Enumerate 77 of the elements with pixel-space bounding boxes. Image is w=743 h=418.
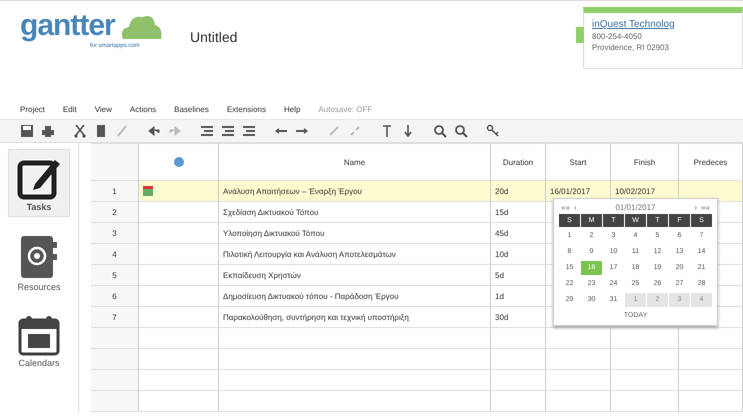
- table-cell: 1d: [491, 286, 546, 307]
- row-number: [91, 349, 139, 370]
- row-number: 5: [91, 265, 139, 286]
- row-number: 3: [91, 223, 139, 244]
- table-cell: 45d: [491, 223, 546, 244]
- table-cell: [491, 391, 546, 412]
- table-cell: 30d: [491, 307, 546, 328]
- sidebar-tab[interactable]: Resources: [8, 227, 70, 297]
- indent-icon[interactable]: [200, 124, 214, 138]
- menu-item[interactable]: Edit: [62, 104, 77, 114]
- calendar-icon: [143, 186, 153, 196]
- table-cell: [546, 349, 611, 370]
- table-cell: 10d: [491, 244, 546, 265]
- ad-phone: 800-254-4050: [592, 32, 643, 41]
- ad-link[interactable]: inQuest Technolog: [592, 19, 742, 30]
- table-cell: [679, 391, 743, 412]
- table-cell: [546, 370, 611, 391]
- sidebar-tab[interactable]: Calendars: [8, 307, 70, 373]
- key-icon[interactable]: [486, 124, 500, 138]
- table-cell: [611, 328, 679, 349]
- menu-item[interactable]: Baselines: [174, 104, 209, 114]
- ad-address: Providence, RI 02903: [592, 43, 670, 52]
- table-cell: [611, 391, 679, 412]
- zoom-out-icon[interactable]: [454, 124, 468, 138]
- row-number: [91, 370, 139, 391]
- indent-icon[interactable]: [221, 124, 235, 138]
- table-cell: [546, 391, 611, 412]
- prev-year-button[interactable]: ««: [561, 203, 570, 212]
- table-cell: [546, 328, 611, 349]
- next-month-button[interactable]: ›: [694, 203, 698, 212]
- calendar-icon: [18, 314, 60, 356]
- table-cell: [611, 349, 679, 370]
- table-cell: [679, 370, 743, 391]
- save-icon[interactable]: [20, 124, 34, 138]
- sidebar-tab[interactable]: Tasks: [8, 149, 70, 217]
- menu-item[interactable]: Project: [20, 104, 45, 114]
- table-cell: [491, 328, 546, 349]
- menu-item[interactable]: View: [94, 104, 112, 114]
- row-number: 1: [91, 181, 139, 202]
- autosave-status: Autosave: OFF: [318, 104, 372, 114]
- table-cell: [491, 349, 546, 370]
- zoom-in-icon[interactable]: [433, 124, 447, 138]
- row-number: [91, 391, 139, 412]
- table-cell: Ανάλυση Απαιτήσεων – Έναρξη Έργου: [219, 181, 491, 202]
- table-cell: [679, 328, 743, 349]
- next-year-button[interactable]: »»: [701, 203, 710, 212]
- prev-month-button[interactable]: ‹: [574, 203, 577, 212]
- table-cell: [679, 349, 743, 370]
- table-cell: Εκπαίδευση Χρηστών: [219, 265, 491, 286]
- table-cell: Σχεδίαση Δικτυακού Τόπου: [219, 202, 491, 223]
- row-number: [91, 328, 139, 349]
- table-cell: Υλοποίηση Δικτυακού Τόπου: [219, 223, 491, 244]
- scissors-icon[interactable]: [73, 124, 87, 138]
- menu-item[interactable]: Actions: [130, 104, 156, 114]
- document-title: Untitled: [190, 28, 238, 45]
- table-cell: 20d: [491, 181, 546, 202]
- column-header[interactable]: Name: [219, 143, 491, 181]
- undo-icon[interactable]: [147, 124, 161, 138]
- logo-text: gantter: [20, 9, 115, 42]
- menu-item[interactable]: Extensions: [226, 104, 266, 114]
- month-label: 01/01/2017: [615, 203, 656, 212]
- table-cell: Πιλοτική Λειτουργία και Ανάλυση Αποτελεσμάτων: [219, 244, 491, 265]
- table-cell: Δημοσίευση Δικτυακού τόπου - Παράδοση Έργου: [219, 286, 491, 307]
- row-number: 6: [91, 286, 139, 307]
- row-number: 4: [91, 244, 139, 265]
- paste-icon[interactable]: [94, 124, 108, 138]
- address-book-icon: [19, 234, 59, 280]
- table-cell: Παρακολούθηση, συντήρηση και τεχνική υποστήριξη: [219, 307, 491, 328]
- table-cell: [491, 370, 546, 391]
- row-number: 7: [91, 307, 139, 328]
- row-number: 2: [91, 202, 139, 223]
- info-icon: [174, 157, 184, 167]
- menu-item[interactable]: Help: [284, 104, 300, 114]
- table-cell: [611, 370, 679, 391]
- table-cell: 5d: [491, 265, 546, 286]
- indent-icon[interactable]: [242, 124, 256, 138]
- table-cell: 15d: [491, 202, 546, 223]
